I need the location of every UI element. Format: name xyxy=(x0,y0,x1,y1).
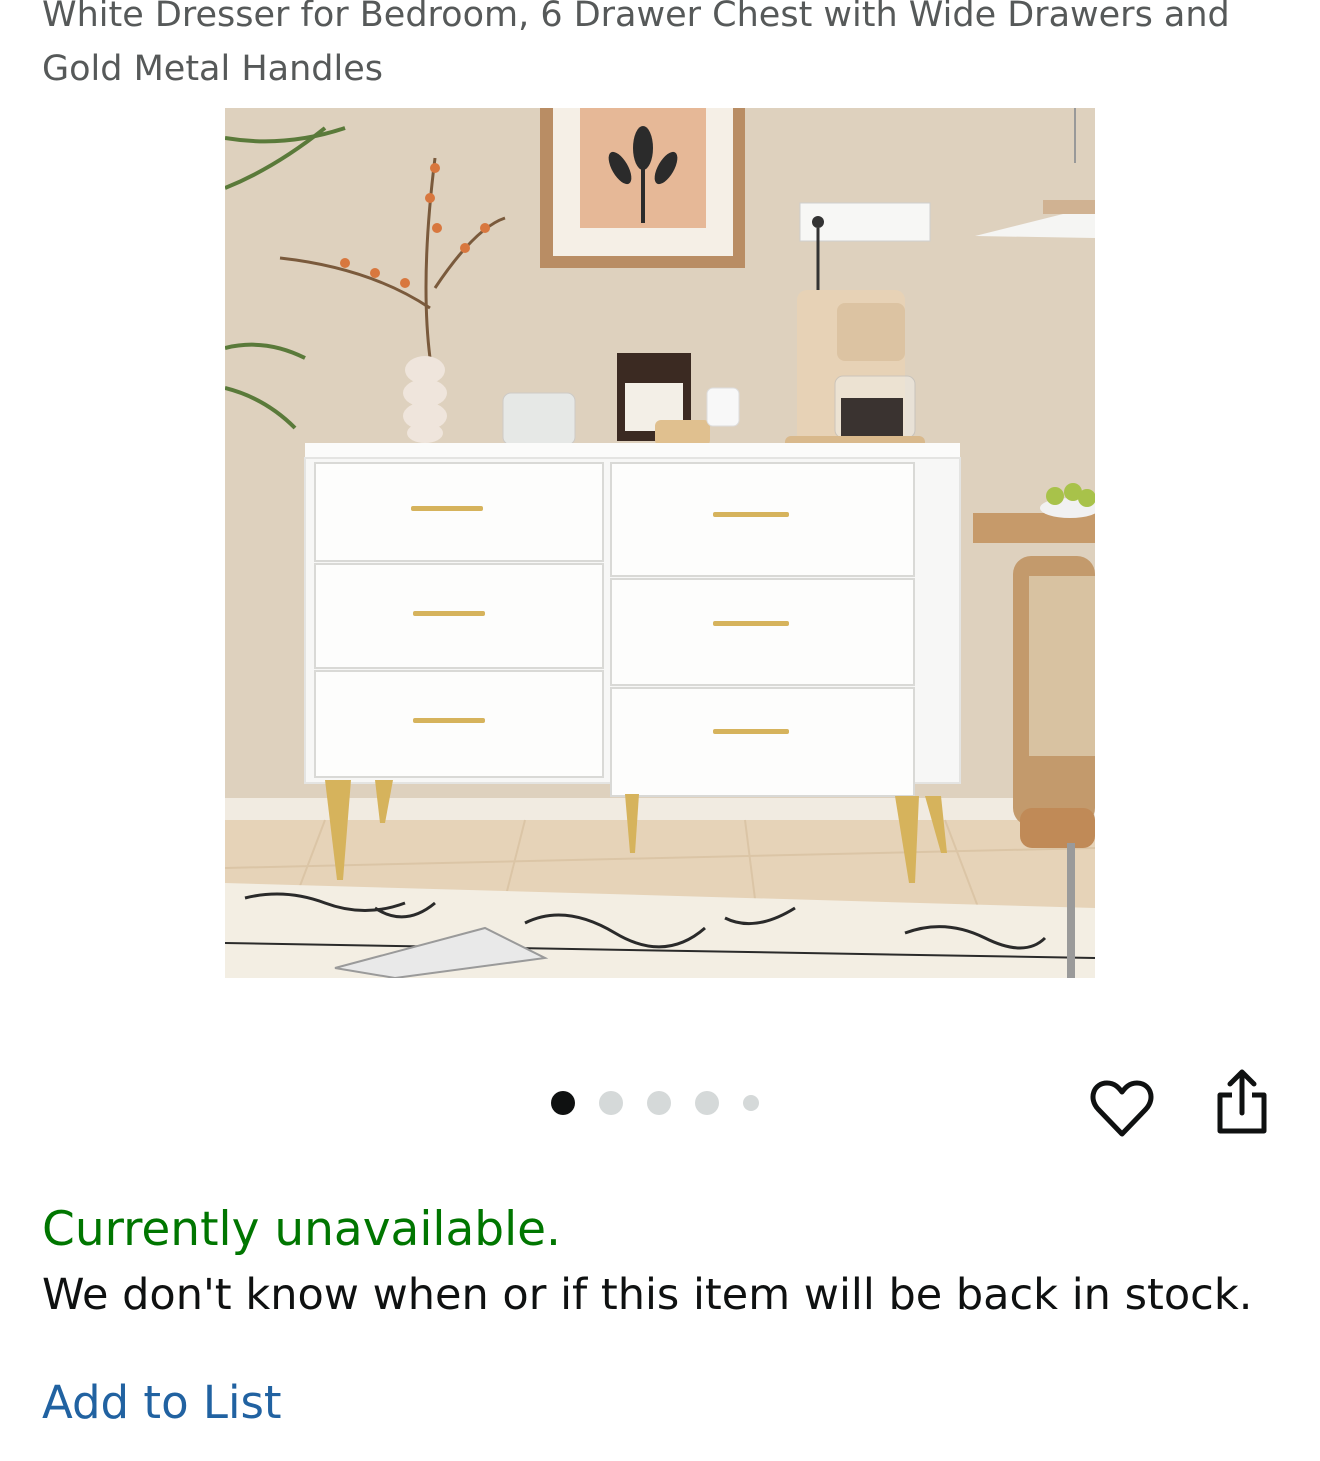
image-carousel-dots[interactable] xyxy=(551,1090,759,1116)
carousel-dot-3[interactable] xyxy=(647,1091,671,1115)
product-page: White Dresser for Bedroom, 6 Drawer Ches… xyxy=(0,0,1320,1461)
carousel-dot-2[interactable] xyxy=(599,1091,623,1115)
wishlist-button[interactable] xyxy=(1086,1072,1158,1144)
availability-status: Currently unavailable. xyxy=(42,1202,561,1257)
carousel-dot-4[interactable] xyxy=(695,1091,719,1115)
heart-icon xyxy=(1090,1080,1154,1137)
product-image[interactable] xyxy=(225,108,1095,978)
share-button[interactable] xyxy=(1206,1066,1278,1138)
add-to-list-link[interactable]: Add to List xyxy=(42,1372,282,1434)
product-photo-illustration xyxy=(225,108,1095,978)
carousel-dot-5[interactable] xyxy=(743,1095,759,1111)
availability-detail: We don't know when or if this item will … xyxy=(42,1270,1253,1320)
carousel-dot-1[interactable] xyxy=(551,1091,575,1115)
product-title: White Dresser for Bedroom, 6 Drawer Ches… xyxy=(42,0,1230,89)
share-icon xyxy=(1217,1069,1267,1134)
